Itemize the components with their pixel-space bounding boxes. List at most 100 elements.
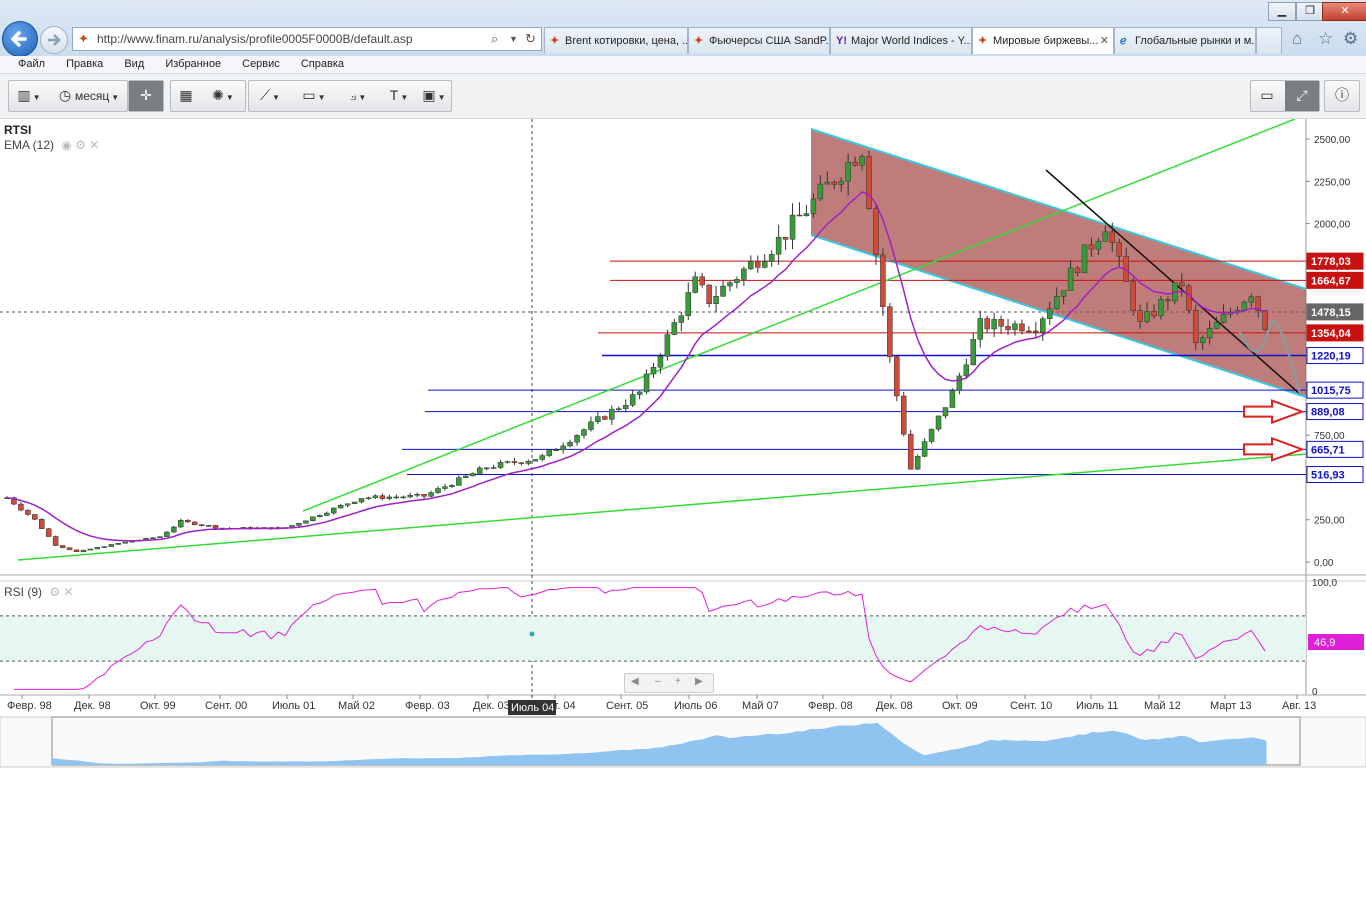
candle-body [629,394,636,406]
candle-body [1053,296,1060,310]
star-icon[interactable]: ☆ [1318,29,1333,49]
candle-body [212,525,219,529]
tab-world-markets[interactable]: ✦ Мировые биржевы... ✕ [972,27,1114,54]
candle-body [32,514,38,520]
menu-help[interactable]: Справка [301,56,344,72]
info-button[interactable]: ⓘ [1325,81,1359,111]
candle-body [532,459,539,462]
restore-button[interactable]: ❐ [1296,2,1324,21]
candle-body [636,391,643,395]
candle-body [977,318,983,340]
candle-body [615,408,622,410]
rsi-value-label: 46,9 [1314,637,1335,649]
candle-body [1116,242,1123,257]
candle-body [1088,244,1095,250]
close-window-button[interactable]: ✕ [1322,2,1366,21]
rsi-axis-top: 100,0 [1312,578,1337,589]
line-tool-button[interactable]: ⟋ ▼ [249,81,291,111]
price-level-label: 1778,03 [1311,256,1351,268]
candle-body [539,455,546,460]
candlestick-type-button[interactable]: ▥ ▼ [9,81,49,111]
candle-body [831,181,837,185]
close-tab-icon[interactable]: ✕ [1100,28,1109,54]
candle-body [609,408,615,420]
home-icon[interactable]: ⌂ [1292,29,1302,49]
address-bar[interactable]: ✦ http://www.finam.ru/analysis/profile00… [72,27,542,51]
candle-body [87,548,94,551]
chevron-down-icon[interactable]: ▼ [509,34,518,44]
menu-tools[interactable]: Сервис [242,56,280,72]
crosshair-button[interactable]: ✛ [129,81,163,111]
candle-body [25,509,31,515]
candle-body [115,543,121,545]
x-tick-label: Май 02 [338,700,375,712]
tab-major-indices[interactable]: Y! Major World Indices - Y... [830,27,972,54]
menu-file[interactable]: Файл [18,56,45,72]
view-group: ▭ ⤢ [1250,80,1320,112]
back-button[interactable] [2,21,38,57]
scroll-right-icon[interactable]: ▶ [695,676,703,687]
drawing-tools-group: ⟋ ▼ ▭ ▼ ⟓ ▼ T ▼ ▣ ▼ [248,80,452,112]
tab-global-markets[interactable]: ℯ Глобальные рынки и м... [1114,27,1256,54]
shape-tool-button[interactable]: ▭ ▼ [293,81,335,111]
search-icon[interactable]: ⌕ [491,31,498,47]
tab-futures[interactable]: ✦ Фьючерсы США SandP... [688,27,830,54]
candle-body [435,488,441,493]
image-tool-button[interactable]: ▣ ▼ [417,81,451,111]
zoom-out-button[interactable]: – [655,676,661,687]
x-tick-label: Февр. 08 [808,700,853,712]
candle-body [1005,326,1011,331]
candle-body [80,549,87,552]
candle-body [838,180,844,185]
candle-body [859,156,865,166]
zoom-in-button[interactable]: + [675,676,681,687]
panel-button[interactable]: ▦ [171,81,201,111]
gear-icon[interactable]: ⚙ [49,585,60,599]
scroll-left-icon[interactable]: ◀ [631,676,639,687]
candle-body [122,541,128,544]
chart-nav-control: ◀ – + ▶ [624,673,714,693]
crosshair-point [529,631,535,637]
forward-button[interactable] [40,26,68,54]
candle-body [880,254,886,307]
indicators-button[interactable]: ✺ ▼ [203,81,243,111]
candle-body [52,536,59,546]
candle-body [518,462,525,464]
menu-favorites[interactable]: Избранное [165,56,221,72]
fullscreen-button[interactable]: ⤢ [1285,81,1319,111]
candle-body [330,507,337,514]
window-view-button[interactable]: ▭ [1251,81,1283,111]
candle-body [18,503,24,511]
gear-icon[interactable]: ⚙ [1343,29,1358,49]
candle-body [59,545,66,548]
ie-icon: ℯ [1120,35,1127,47]
text-tool-button[interactable]: T ▼ [381,81,417,111]
candle-body [476,467,483,474]
chart-canvas[interactable]: 2500,002250,002000,001750,001500,001250,… [0,118,1366,769]
minimize-button[interactable]: ▁ [1268,2,1296,21]
close-icon[interactable]: ✕ [63,585,73,599]
menu-view[interactable]: Вид [124,56,144,72]
candle-body [1151,310,1157,317]
period-select[interactable]: ◷ месяц ▼ [53,81,125,111]
image-icon: ▣ [422,87,436,103]
close-icon[interactable]: ✕ [89,138,99,152]
tab-brent[interactable]: ✦ Brent котировки, цена, ... [544,27,688,54]
refresh-icon[interactable]: ↻ [525,31,536,47]
eye-icon[interactable]: ◉ [61,138,71,152]
finam-icon: ✦ [78,31,89,46]
fibo-tool-button[interactable]: ⟓ ▼ [337,81,379,111]
gear-icon[interactable]: ⚙ [75,138,86,152]
candle-body [761,261,768,268]
chart-area[interactable]: 2500,002250,002000,001750,001500,001250,… [0,118,1366,769]
candle-body [372,495,379,498]
indicators-group: ▦ ✺ ▼ [170,80,246,112]
candle-body [901,395,907,435]
x-tick-label: Май 12 [1144,700,1181,712]
candle-body [671,322,678,335]
menu-edit[interactable]: Правка [66,56,103,72]
candle-body [824,181,831,185]
candle-body [1241,301,1248,311]
new-tab-button[interactable] [1256,27,1282,54]
window-icon: ▭ [1260,87,1274,103]
